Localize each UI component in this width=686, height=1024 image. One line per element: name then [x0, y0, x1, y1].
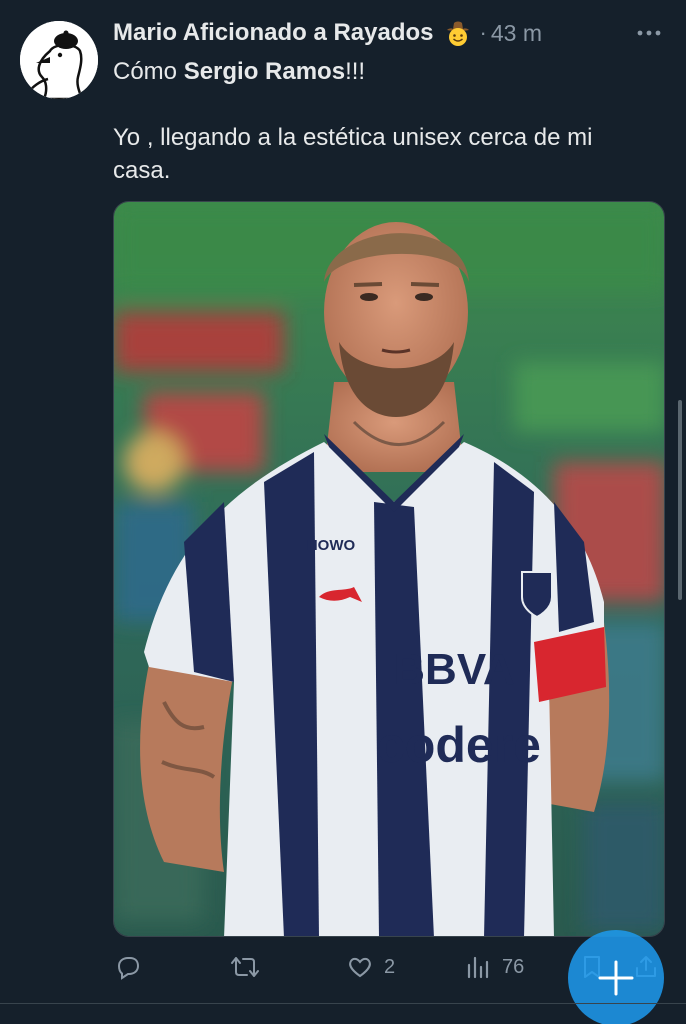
reply-icon [117, 957, 140, 980]
photo-player-in-jersey: BBVA codere HOWO [114, 202, 664, 936]
compose-fab-button[interactable] [568, 930, 664, 1024]
display-name[interactable]: Mario Aficionado a Rayados [113, 19, 434, 47]
retweet-button[interactable] [229, 945, 261, 989]
tweet-text: Cómo Sergio Ramos!!! Yo , llegando a la … [113, 55, 653, 187]
like-count: 2 [384, 955, 396, 978]
club-crest-icon [521, 571, 553, 619]
divider [0, 1003, 686, 1004]
avatar-bird-icon [20, 21, 98, 99]
tweet-header: Mario Aficionado a Rayados · 43 m [113, 18, 542, 48]
heart-icon [349, 957, 371, 978]
tweet-text-prefix: Cómo [113, 58, 184, 85]
retweet-icon [231, 957, 259, 977]
tweet-media-image[interactable]: BBVA codere HOWO [113, 201, 665, 937]
reply-button[interactable] [114, 945, 142, 989]
views-icon [467, 956, 489, 979]
mention-bold: Sergio Ramos [183, 58, 346, 85]
views-count: 76 [502, 955, 525, 978]
avatar[interactable] [20, 21, 98, 99]
tweet: Mario Aficionado a Rayados · 43 m Cómo S… [0, 0, 686, 1024]
more-options-icon[interactable] [632, 20, 666, 46]
jersey-sleeve-howo: HOWO [307, 537, 356, 554]
cowboy-face-icon [444, 19, 472, 47]
jersey-sponsor-bbva: BBVA [393, 645, 514, 694]
tweet-text-line1: Cómo Sergio Ramos!!! [113, 55, 653, 88]
plus-icon [598, 960, 634, 996]
views-button[interactable]: 76 [464, 945, 524, 989]
tweet-text-body: Yo , llegando a la estética unisex cerca… [113, 124, 593, 184]
tweet-text-suffix: !!! [345, 58, 366, 85]
separator-dot: · [479, 20, 487, 45]
timestamp[interactable]: 43 m [491, 20, 542, 47]
jersey-sponsor-codere: codere [377, 717, 541, 773]
like-button[interactable]: 2 [346, 945, 395, 989]
scrollbar[interactable] [678, 400, 682, 600]
